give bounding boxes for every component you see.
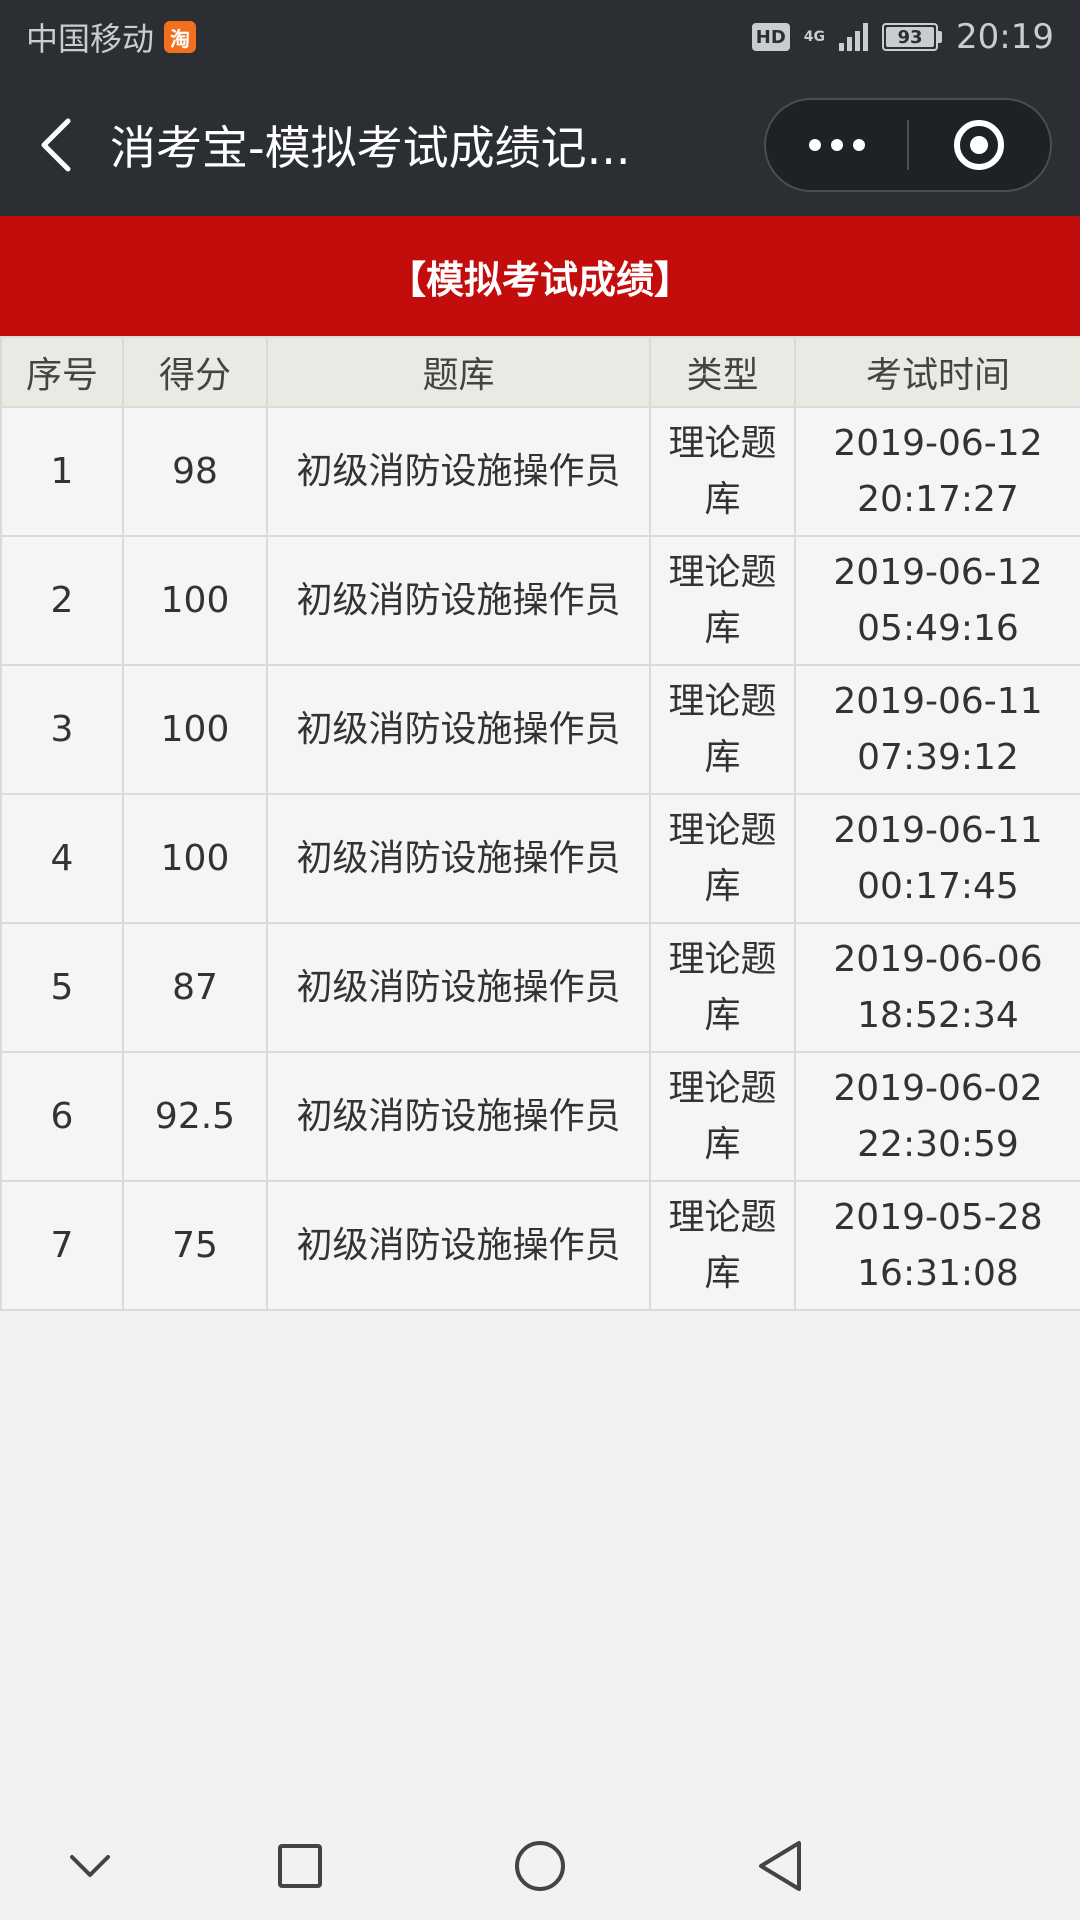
cell-clock: 20:17:27: [857, 478, 1019, 520]
chevron-down-icon: [70, 1855, 110, 1877]
header-no: 序号: [0, 336, 124, 408]
chevron-left-icon: [41, 118, 71, 172]
cell-bank: 初级消防设施操作员: [266, 664, 651, 795]
network-type-label: 4G: [803, 29, 826, 45]
cell-time: 2019-06-02 22:30:59: [794, 1051, 1080, 1182]
cell-score: 75: [122, 1180, 268, 1311]
cell-time: 2019-06-11 07:39:12: [794, 664, 1080, 795]
cell-date: 2019-06-11: [833, 809, 1043, 851]
back-button[interactable]: [0, 74, 110, 216]
cell-no: 2: [0, 535, 124, 666]
cell-date: 2019-06-06: [833, 938, 1043, 980]
cell-score: 100: [122, 535, 268, 666]
cell-score: 87: [122, 922, 268, 1053]
cell-date: 2019-06-12: [833, 551, 1043, 593]
cell-no: 1: [0, 406, 124, 537]
cell-type: 理论题库: [649, 406, 796, 537]
more-dots-icon: [808, 139, 821, 151]
table-row[interactable]: 2 100 初级消防设施操作员 理论题库 2019-06-12 05:49:16: [0, 535, 1080, 666]
cell-time: 2019-05-28 16:31:08: [794, 1180, 1080, 1311]
cell-score: 92.5: [122, 1051, 268, 1182]
cell-score: 98: [122, 406, 268, 537]
table-row[interactable]: 5 87 初级消防设施操作员 理论题库 2019-06-06 18:52:34: [0, 922, 1080, 1053]
section-header: 【模拟考试成绩】: [0, 216, 1080, 336]
cell-type: 理论题库: [649, 793, 796, 924]
exam-records-table: 序号 得分 题库 类型 考试时间 1 98 初级消防设施操作员 理论题库 201…: [0, 336, 1080, 1311]
cell-no: 4: [0, 793, 124, 924]
status-time: 20:19: [956, 17, 1054, 57]
cell-bank: 初级消防设施操作员: [266, 535, 651, 666]
header-time: 考试时间: [794, 336, 1080, 408]
cell-clock: 16:31:08: [857, 1252, 1019, 1294]
home-button[interactable]: [500, 1830, 580, 1902]
header-score: 得分: [122, 336, 268, 408]
triangle-back-icon: [759, 1841, 801, 1891]
table-row[interactable]: 6 92.5 初级消防设施操作员 理论题库 2019-06-02 22:30:59: [0, 1051, 1080, 1182]
hide-nav-button[interactable]: [50, 1830, 130, 1902]
cell-type: 理论题库: [649, 1180, 796, 1311]
carrier-name: 中国移动: [26, 20, 155, 58]
system-nav-bar: [0, 1810, 1080, 1920]
cell-bank: 初级消防设施操作员: [266, 1180, 651, 1311]
cell-date: 2019-06-11: [833, 680, 1043, 722]
cell-bank: 初级消防设施操作员: [266, 922, 651, 1053]
cell-bank: 初级消防设施操作员: [266, 793, 651, 924]
cell-time: 2019-06-06 18:52:34: [794, 922, 1080, 1053]
status-bar: 中国移动 淘 HD 4G 93 20:19: [0, 0, 1080, 74]
nav-bar: 消考宝-模拟考试成绩记...: [0, 74, 1080, 216]
cell-type: 理论题库: [649, 1051, 796, 1182]
battery-level: 93: [886, 27, 935, 48]
taobao-notification-icon: 淘: [164, 21, 197, 53]
header-type: 类型: [649, 336, 796, 408]
cell-score: 100: [122, 664, 268, 795]
table-header-row: 序号 得分 题库 类型 考试时间: [0, 336, 1080, 408]
back-system-button[interactable]: [740, 1830, 820, 1902]
signal-strength-icon: [839, 23, 869, 51]
cell-clock: 22:30:59: [857, 1123, 1019, 1165]
cell-date: 2019-05-28: [833, 1196, 1043, 1238]
recent-apps-button[interactable]: [260, 1830, 340, 1902]
cell-bank: 初级消防设施操作员: [266, 406, 651, 537]
cell-bank: 初级消防设施操作员: [266, 1051, 651, 1182]
cell-type: 理论题库: [649, 664, 796, 795]
mini-program-capsule: [764, 98, 1052, 192]
status-right: HD 4G 93 20:19: [751, 17, 1054, 57]
circle-icon: [515, 1841, 565, 1891]
table-row[interactable]: 3 100 初级消防设施操作员 理论题库 2019-06-11 07:39:12: [0, 664, 1080, 795]
table-row[interactable]: 7 75 初级消防设施操作员 理论题库 2019-05-28 16:31:08: [0, 1180, 1080, 1311]
target-close-icon: [954, 120, 1005, 170]
header-bank: 题库: [266, 336, 651, 408]
cell-clock: 00:17:45: [857, 865, 1019, 907]
status-left: 中国移动 淘: [26, 14, 197, 60]
cell-date: 2019-06-02: [833, 1067, 1043, 1109]
close-button[interactable]: [909, 100, 1050, 190]
square-icon: [278, 1844, 322, 1888]
cell-type: 理论题库: [649, 535, 796, 666]
cell-no: 7: [0, 1180, 124, 1311]
cell-clock: 05:49:16: [857, 607, 1019, 649]
table-row[interactable]: 4 100 初级消防设施操作员 理论题库 2019-06-11 00:17:45: [0, 793, 1080, 924]
cell-no: 5: [0, 922, 124, 1053]
cell-score: 100: [122, 793, 268, 924]
hd-icon: HD: [751, 23, 790, 51]
table-row[interactable]: 1 98 初级消防设施操作员 理论题库 2019-06-12 20:17:27: [0, 406, 1080, 537]
cell-time: 2019-06-12 05:49:16: [794, 535, 1080, 666]
battery-icon: 93: [882, 23, 943, 51]
cell-clock: 07:39:12: [857, 736, 1019, 778]
cell-clock: 18:52:34: [857, 994, 1019, 1036]
page-title: 消考宝-模拟考试成绩记...: [110, 121, 631, 175]
cell-time: 2019-06-11 00:17:45: [794, 793, 1080, 924]
more-button[interactable]: [766, 100, 907, 190]
cell-no: 3: [0, 664, 124, 795]
cell-time: 2019-06-12 20:17:27: [794, 406, 1080, 537]
cell-date: 2019-06-12: [833, 422, 1043, 464]
cell-no: 6: [0, 1051, 124, 1182]
cell-type: 理论题库: [649, 922, 796, 1053]
